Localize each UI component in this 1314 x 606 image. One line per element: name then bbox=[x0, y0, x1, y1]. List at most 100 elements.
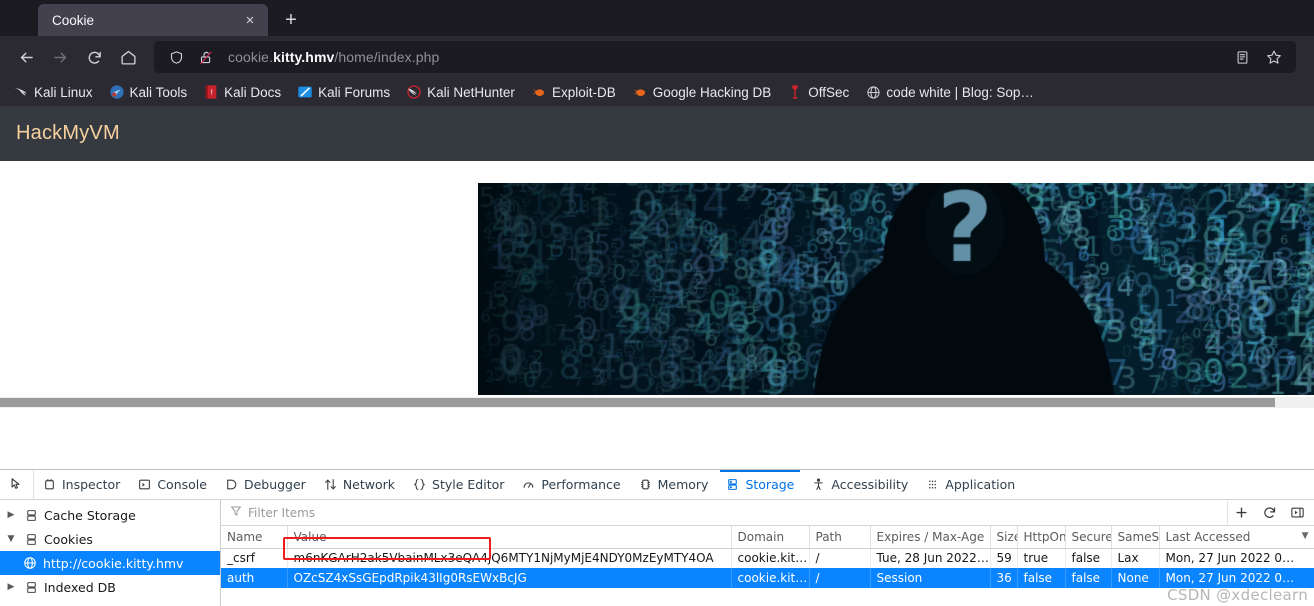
storage-tree-sidebar: ▶ Cache Storage ▼ Cookies http://cookie.… bbox=[0, 500, 221, 606]
sidebar-item-cache-storage[interactable]: ▶ Cache Storage bbox=[0, 503, 220, 527]
bookmark-kali-linux[interactable]: Kali Linux bbox=[6, 81, 100, 103]
bookmark-exploit-db[interactable]: Exploit-DB bbox=[524, 81, 623, 103]
tab-inspector[interactable]: Inspector bbox=[34, 470, 129, 499]
col-header-size[interactable]: Size bbox=[990, 526, 1018, 549]
offsec-icon bbox=[787, 84, 803, 100]
bookmark-kali-docs[interactable]: ! Kali Docs bbox=[196, 81, 288, 103]
horizontal-scrollbar[interactable] bbox=[0, 397, 1314, 408]
kali-nethunter-icon bbox=[406, 84, 422, 100]
col-header-samesite[interactable]: SameSite bbox=[1111, 526, 1160, 549]
page-body bbox=[0, 161, 1314, 408]
add-item-button[interactable] bbox=[1228, 501, 1254, 525]
cell-last-accessed: Mon, 27 Jun 2022 0… bbox=[1159, 548, 1314, 568]
col-header-last-accessed[interactable]: Last Accessed ▼ bbox=[1159, 526, 1314, 549]
tab-label: Inspector bbox=[62, 477, 121, 492]
bookmark-label: OffSec bbox=[808, 84, 850, 100]
lock-broken-icon[interactable] bbox=[194, 45, 218, 69]
kali-dragon-icon bbox=[13, 84, 29, 100]
storage-main-panel: Filter Items Name Value Domain Path Expi… bbox=[221, 500, 1314, 606]
tab-application[interactable]: Application bbox=[917, 470, 1024, 499]
col-header-name[interactable]: Name bbox=[221, 526, 288, 549]
cell-secure: false bbox=[1065, 548, 1112, 568]
cell-last-accessed: Mon, 27 Jun 2022 0… bbox=[1159, 568, 1314, 588]
browser-tab-cookie[interactable]: Cookie × bbox=[38, 4, 268, 36]
bookmark-code-white-blog[interactable]: code white | Blog: Sop… bbox=[858, 81, 1041, 103]
col-header-expires[interactable]: Expires / Max-Age bbox=[870, 526, 991, 549]
hero-banner-image bbox=[478, 183, 1314, 395]
exploitdb-icon bbox=[531, 84, 547, 100]
table-row[interactable]: auth OZcSZ4xSsGEpdRpik43lIg0RsEWxBcJG co… bbox=[221, 568, 1314, 588]
sidebar-item-label: Cache Storage bbox=[44, 507, 136, 523]
tab-label: Memory bbox=[657, 477, 709, 492]
filter-placeholder: Filter Items bbox=[248, 505, 316, 520]
chevron-down-icon[interactable]: ▼ bbox=[1302, 531, 1309, 541]
col-header-secure[interactable]: Secure bbox=[1065, 526, 1112, 549]
element-picker-icon[interactable] bbox=[0, 470, 34, 499]
reload-icon[interactable] bbox=[78, 41, 110, 73]
tab-label: Network bbox=[342, 477, 396, 492]
tab-storage[interactable]: Storage bbox=[717, 470, 803, 499]
tab-performance[interactable]: Performance bbox=[513, 470, 629, 499]
forward-icon[interactable] bbox=[44, 41, 76, 73]
table-row[interactable]: _csrf m6nKGArH2ak5VbainMLx3eQA4jQ6MTY1Nj… bbox=[221, 548, 1314, 568]
site-brand[interactable]: HackMyVM bbox=[16, 122, 120, 145]
tab-network[interactable]: Network bbox=[315, 470, 404, 499]
kali-docs-icon: ! bbox=[203, 84, 219, 100]
cell-secure: false bbox=[1065, 568, 1112, 588]
sidebar-item-label: Cookies bbox=[44, 531, 93, 547]
inspector-icon bbox=[43, 478, 56, 491]
chevron-right-icon[interactable]: ▶ bbox=[4, 582, 18, 592]
bookmark-label: Kali Linux bbox=[34, 84, 93, 100]
col-header-httponly[interactable]: HttpOnly bbox=[1017, 526, 1066, 549]
filter-toolbar: Filter Items bbox=[221, 500, 1314, 526]
accessibility-icon bbox=[812, 478, 825, 491]
home-icon[interactable] bbox=[112, 41, 144, 73]
cell-size: 59 bbox=[990, 548, 1018, 568]
tab-label: Console bbox=[157, 477, 207, 492]
star-icon[interactable] bbox=[1262, 45, 1286, 69]
site-header: HackMyVM bbox=[0, 106, 1314, 161]
filter-actions bbox=[1227, 500, 1314, 525]
col-header-domain[interactable]: Domain bbox=[731, 526, 810, 549]
tab-label: Debugger bbox=[243, 477, 306, 492]
scrollbar-thumb[interactable] bbox=[0, 398, 1275, 407]
cell-httponly: true bbox=[1017, 548, 1066, 568]
col-header-value[interactable]: Value bbox=[287, 526, 732, 549]
bookmark-label: Kali Docs bbox=[224, 84, 282, 100]
cell-domain: cookie.kitty.... bbox=[731, 548, 810, 568]
kali-forums-icon bbox=[297, 84, 313, 100]
navigation-toolbar: cookie.kitty.hmv/home/index.php bbox=[0, 36, 1314, 78]
close-icon[interactable]: × bbox=[240, 10, 260, 30]
tab-label: Storage bbox=[745, 477, 795, 492]
shield-icon[interactable] bbox=[164, 45, 188, 69]
reader-view-icon[interactable] bbox=[1230, 45, 1254, 69]
back-icon[interactable] bbox=[10, 41, 42, 73]
table-header-row: Name Value Domain Path Expires / Max-Age… bbox=[221, 526, 1314, 549]
tab-style-editor[interactable]: Style Editor bbox=[404, 470, 513, 499]
bookmark-google-hacking-db[interactable]: Google Hacking DB bbox=[625, 81, 779, 103]
sidebar-item-indexed-db[interactable]: ▶ Indexed DB bbox=[0, 575, 220, 599]
cell-name: _csrf bbox=[221, 548, 288, 568]
bookmarks-bar: Kali Linux Kali Tools ! Kali Docs Kali F… bbox=[0, 78, 1314, 106]
refresh-button[interactable] bbox=[1256, 501, 1282, 525]
chevron-right-icon[interactable]: ▶ bbox=[4, 510, 18, 520]
sidebar-item-local-storage[interactable]: ▶ Local Storage bbox=[0, 599, 220, 606]
sidebar-toggle-button[interactable] bbox=[1284, 501, 1310, 525]
bookmark-kali-tools[interactable]: Kali Tools bbox=[102, 81, 195, 103]
col-header-path[interactable]: Path bbox=[809, 526, 871, 549]
bookmark-offsec[interactable]: OffSec bbox=[780, 81, 856, 103]
tab-debugger[interactable]: Debugger bbox=[216, 470, 315, 499]
new-tab-icon[interactable]: + bbox=[276, 5, 306, 35]
sidebar-item-cookie-host[interactable]: http://cookie.kitty.hmv bbox=[0, 551, 220, 575]
sidebar-item-cookies[interactable]: ▼ Cookies bbox=[0, 527, 220, 551]
tab-console[interactable]: Console bbox=[129, 470, 216, 499]
chevron-down-icon[interactable]: ▼ bbox=[4, 534, 18, 544]
globe-icon bbox=[22, 556, 38, 570]
tab-memory[interactable]: Memory bbox=[630, 470, 718, 499]
tab-accessibility[interactable]: Accessibility bbox=[803, 470, 917, 499]
bookmark-kali-forums[interactable]: Kali Forums bbox=[290, 81, 397, 103]
application-icon bbox=[926, 478, 939, 491]
filter-input[interactable]: Filter Items bbox=[221, 505, 1227, 520]
bookmark-kali-nethunter[interactable]: Kali NetHunter bbox=[399, 81, 522, 103]
address-bar[interactable]: cookie.kitty.hmv/home/index.php bbox=[154, 41, 1296, 73]
